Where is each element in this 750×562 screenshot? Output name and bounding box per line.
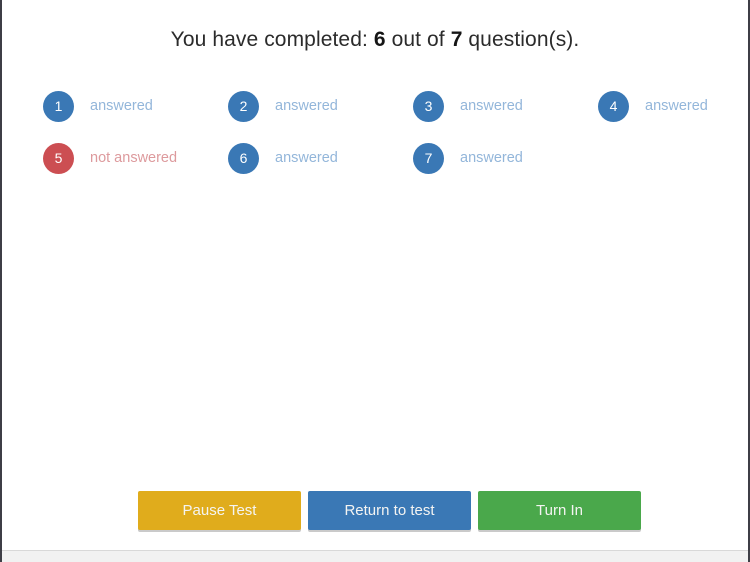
question-status-item[interactable]: 1 answered	[43, 80, 228, 132]
page-body: You have completed: 6 out of 7 question(…	[2, 0, 748, 550]
test-review-window: You have completed: 6 out of 7 question(…	[0, 0, 750, 562]
total-count: 7	[450, 28, 463, 51]
question-status-label: answered	[275, 98, 338, 114]
question-status-label: answered	[90, 98, 153, 114]
question-status-item[interactable]: 3 answered	[413, 80, 598, 132]
question-status-item[interactable]: 5 not answered	[43, 132, 228, 184]
question-status-label: not answered	[90, 150, 178, 166]
question-number-bubble[interactable]: 7	[413, 142, 444, 174]
question-status-grid: 1 answered 2 answered 3 answered 4 answered 5 not…	[43, 80, 719, 184]
question-status-label: answered	[460, 150, 523, 166]
heading-prefix: You have completed:	[170, 28, 368, 51]
question-status-label: answered	[645, 98, 708, 114]
return-to-test-button[interactable]: Return to test	[308, 491, 471, 530]
question-number-bubble[interactable]: 2	[228, 90, 259, 122]
question-status-item[interactable]: 7 answered	[413, 132, 598, 184]
turn-in-button[interactable]: Turn In	[478, 491, 641, 530]
heading-suffix: question(s).	[468, 28, 580, 51]
question-number-bubble[interactable]: 3	[413, 90, 444, 122]
page-title: You have completed: 6 out of 7 question(…	[2, 26, 748, 54]
question-status-item[interactable]: 2 answered	[228, 80, 413, 132]
action-button-bar: Pause Test Return to test Turn In	[138, 491, 641, 530]
question-status-item[interactable]: 6 answered	[228, 132, 413, 184]
question-status-item[interactable]: 4 answered	[598, 80, 748, 132]
heading-middle: out of	[391, 28, 445, 51]
question-status-label: answered	[460, 98, 523, 114]
question-number-bubble[interactable]: 5	[43, 142, 74, 174]
question-status-label: answered	[275, 150, 338, 166]
footer-strip	[2, 550, 748, 562]
question-number-bubble[interactable]: 4	[598, 90, 629, 122]
question-number-bubble[interactable]: 6	[228, 142, 259, 174]
question-number-bubble[interactable]: 1	[43, 90, 74, 122]
pause-test-button[interactable]: Pause Test	[138, 491, 301, 530]
completed-count: 6	[373, 28, 386, 51]
